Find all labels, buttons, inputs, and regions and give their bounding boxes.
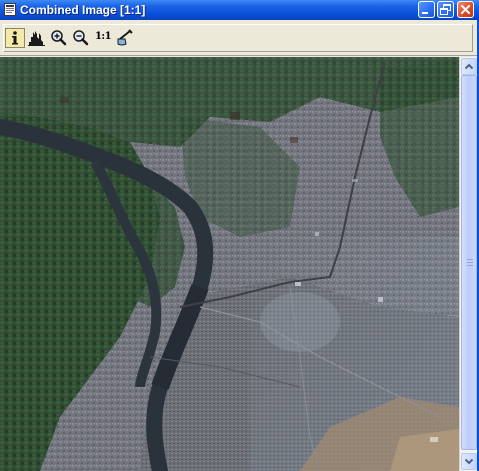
zoom-in-button[interactable] xyxy=(49,28,69,48)
scroll-down-button[interactable] xyxy=(461,453,477,470)
restore-icon xyxy=(440,4,451,15)
window-title: Combined Image [1:1] xyxy=(20,3,146,17)
minimize-icon xyxy=(422,12,428,14)
scroll-grip xyxy=(467,259,473,260)
scroll-up-arrow-icon xyxy=(464,63,474,70)
info-button[interactable] xyxy=(5,28,25,48)
vertical-scrollbar[interactable] xyxy=(459,57,478,471)
zoom-out-button[interactable] xyxy=(71,28,91,48)
minimize-button[interactable] xyxy=(418,1,435,18)
image-viewport[interactable] xyxy=(0,57,459,471)
zoom-out-icon xyxy=(73,30,89,46)
restore-button[interactable] xyxy=(437,1,454,18)
histogram-icon xyxy=(28,31,45,46)
histogram-button[interactable] xyxy=(27,28,47,48)
satellite-image[interactable] xyxy=(0,57,459,471)
actual-size-label: 1:1 xyxy=(94,31,112,42)
scroll-down-arrow-icon xyxy=(464,458,474,465)
title-bar[interactable]: Combined Image [1:1] xyxy=(0,0,479,20)
image-toolbar: 1:1 xyxy=(0,20,479,56)
scroll-grip xyxy=(467,265,473,266)
info-icon xyxy=(12,31,18,45)
scroll-grip xyxy=(467,262,473,263)
image-window-icon[interactable] xyxy=(4,3,16,16)
contrast-button[interactable] xyxy=(115,28,135,48)
contrast-brush-icon xyxy=(117,29,133,46)
close-button[interactable] xyxy=(457,1,474,18)
scroll-up-button[interactable] xyxy=(461,58,477,75)
zoom-in-icon xyxy=(51,30,67,46)
actual-size-button[interactable]: 1:1 xyxy=(93,28,113,48)
close-icon xyxy=(460,4,471,15)
toolbar-panel: 1:1 xyxy=(3,24,473,52)
image-window: Combined Image [1:1] 1:1 xyxy=(0,0,479,471)
scroll-thumb[interactable] xyxy=(461,75,477,450)
